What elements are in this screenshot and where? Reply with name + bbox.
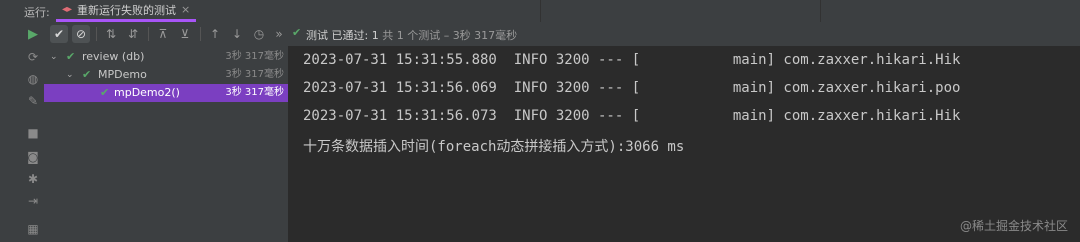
collapse-all-icon[interactable]: ⊻ [176,25,194,43]
passed-check-icon: ✔ [100,86,110,99]
passed-check-icon: ✔ [66,50,76,63]
tree-node-duration: 3秒 317毫秒 [225,51,284,62]
tree-node-mpdemo2[interactable]: ✔ mpDemo2() 3秒 317毫秒 [44,84,288,102]
chevron-down-icon[interactable]: ⌄ [50,48,58,66]
status-detail: 共 1 个测试 – 3秒 317毫秒 [382,29,518,42]
tab-rerun-failed-tests[interactable]: ◂▸ 重新运行失败的测试 × [56,0,197,22]
tree-node-duration: 3秒 317毫秒 [225,87,284,98]
history-icon[interactable]: ◷ [250,25,268,43]
sort-alpha-icon[interactable]: ⇅ [102,25,120,43]
console-line: 2023-07-31 15:31:56.073 INFO 3200 --- [ … [303,108,961,124]
header-divider [820,0,821,22]
bug-icon[interactable]: ✱ [26,172,40,186]
status-prefix: 测试 [306,29,328,42]
tree-node-label: review (db) [82,50,145,63]
next-failed-icon[interactable]: ↓ [228,25,246,43]
console-line: 2023-07-31 15:31:56.069 INFO 3200 --- [ … [303,80,961,96]
toolbar-separator [148,27,149,41]
passed-check-icon: ✔ [82,68,92,81]
tree-node-review[interactable]: ⌄ ✔ review (db) 3秒 317毫秒 [44,48,288,66]
test-status-message: 测试 已通过: 1 共 1 个测试 – 3秒 317毫秒 [306,27,517,43]
status-passed: 已通过: 1 [331,29,379,42]
run-label: 运行: [24,6,50,19]
console-output[interactable]: 2023-07-31 15:31:55.880 INFO 3200 --- [ … [288,46,1080,242]
chevron-down-icon[interactable]: ⌄ [66,66,74,84]
passed-check-icon: ✔ [292,26,302,39]
left-tool-strip: ▶ ⟳ ◍ ✎ ■ ◙ ✱ ⇥ ▦ [0,22,45,242]
test-tree: ⌄ ✔ review (db) 3秒 317毫秒 ⌄ ✔ MPDemo 3秒 3… [44,46,289,242]
expand-all-icon[interactable]: ⊼ [154,25,172,43]
stop-icon[interactable]: ■ [26,126,40,140]
sort-duration-icon[interactable]: ⇵ [124,25,142,43]
debug-icon[interactable]: ◍ [26,72,40,86]
show-ignored-icon[interactable]: ⊘ [72,25,90,43]
run-icon[interactable]: ▶ [26,28,40,42]
show-passed-icon[interactable]: ✔ [50,25,68,43]
console-line: 十万条数据插入时间(foreach动态拼接插入方式):3066 ms [303,139,685,155]
toolbar-separator [96,27,97,41]
tree-node-mpdemo[interactable]: ⌄ ✔ MPDemo 3秒 317毫秒 [44,66,288,84]
wrench-icon[interactable]: ✎ [26,94,40,108]
close-icon[interactable]: × [181,3,190,16]
prev-failed-icon[interactable]: ↑ [206,25,224,43]
camera-icon[interactable]: ◙ [26,150,40,164]
run-tool-window-header: 运行: ◂▸ 重新运行失败的测试 × [0,0,1080,23]
test-status-bar: ✔ 测试 已通过: 1 共 1 个测试 – 3秒 317毫秒 [288,22,1080,47]
tree-node-label: mpDemo2() [114,86,180,99]
header-divider [540,0,541,22]
tree-node-label: MPDemo [98,68,147,81]
export-icon[interactable]: ⇥ [26,194,40,208]
test-runner-toolbar: ✔ ⊘ ⇅ ⇵ ⊼ ⊻ ↑ ↓ ◷ » [44,22,288,47]
rerun-icon[interactable]: ⟳ [26,50,40,64]
tree-node-duration: 3秒 317毫秒 [225,69,284,80]
watermark: @稀土掘金技术社区 [959,219,1068,233]
more-icon[interactable]: » [270,25,288,43]
console-line: 2023-07-31 15:31:55.880 INFO 3200 --- [ … [303,52,961,68]
toolbar-separator [200,27,201,41]
tab-label: 重新运行失败的测试 [77,3,177,17]
layout-icon[interactable]: ▦ [26,222,40,236]
test-config-icon: ◂▸ [62,4,73,15]
